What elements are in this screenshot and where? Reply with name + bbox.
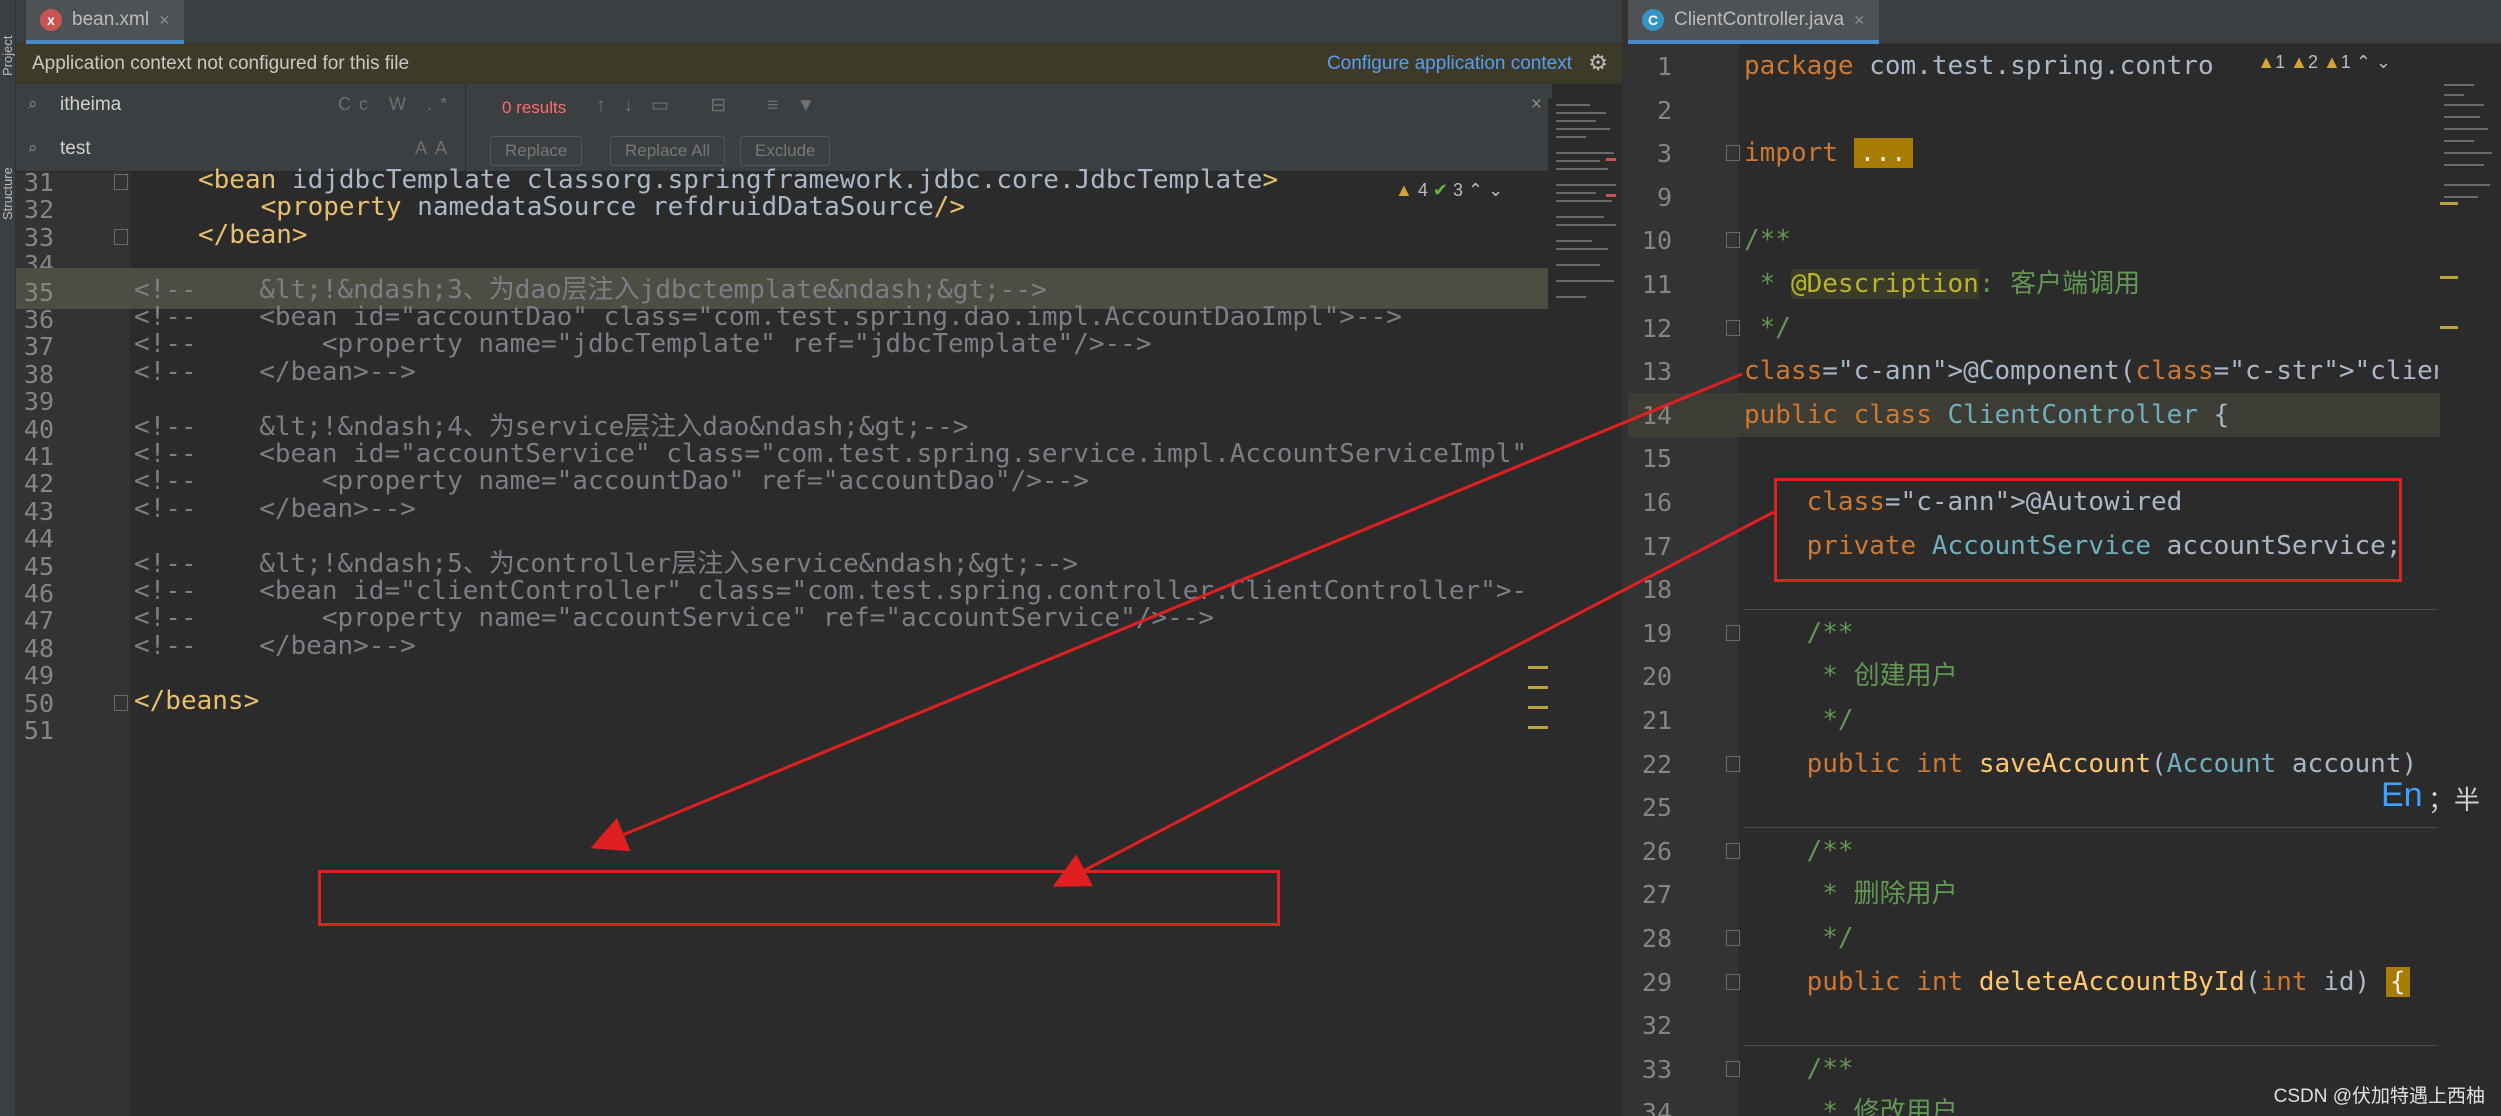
arrow-to-property-line bbox=[1052, 510, 1775, 887]
arrow-to-bean-line bbox=[590, 372, 1743, 852]
annotation-arrows bbox=[590, 372, 1775, 887]
